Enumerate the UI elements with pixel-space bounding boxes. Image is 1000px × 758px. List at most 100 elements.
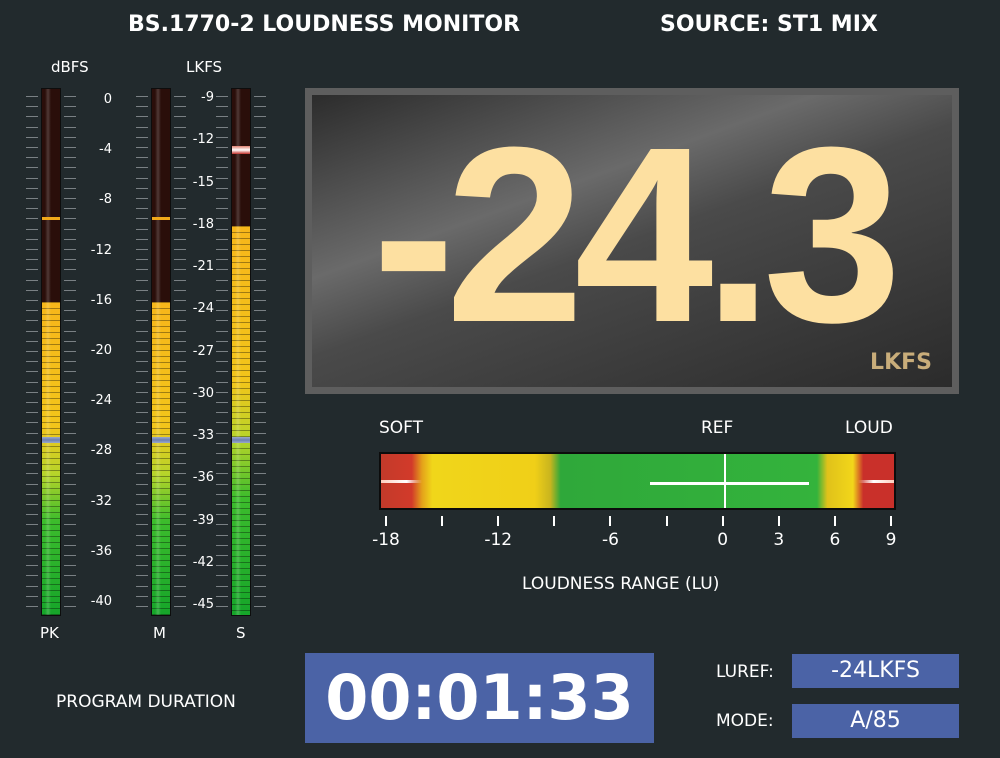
meter-tick-line [174,535,186,536]
meter-tick-line [64,463,76,464]
meter-tick-line [216,331,228,332]
lkfs-scale-label: -21 [192,259,214,274]
meter-tick-line [64,524,76,525]
meter-tick-line [174,341,186,342]
loudness-range-tick [441,516,444,526]
peak-meter-hold [42,216,60,220]
meter-tick-line [254,137,266,138]
meter-tick-line [174,575,186,576]
loudness-range-cursor [723,454,726,508]
meter-tick-line [254,300,266,301]
loudness-range-tick [890,516,892,526]
meter-tick-line [26,290,38,291]
meter-tick-line [64,290,76,291]
meter-tick-line [174,402,186,403]
meter-tick-line [174,239,186,240]
meter-tick-line [26,259,38,260]
momentary-meter [151,88,171,616]
meter-tick-line [254,422,266,423]
meter-tick-line [254,504,266,505]
meter-tick-line [136,106,148,107]
meter-tick-line [136,545,148,546]
meter-tick-line [136,433,148,434]
meter-tick-line [26,524,38,525]
meter-tick-line [174,545,186,546]
loudness-range-scale-label: -12 [484,530,513,550]
meter-tick-line [216,147,228,148]
meter-tick-line [216,361,228,362]
meter-tick-line [254,269,266,270]
meter-tick-line [26,473,38,474]
meter-tick-line [216,167,228,168]
meter-tick-line [254,259,266,260]
meter-tick-line [254,341,266,342]
meter-tick-line [254,96,266,97]
meter-tick-line [174,422,186,423]
meter-tick-line [26,178,38,179]
meter-tick-line [174,249,186,250]
dbfs-scale-label: -24 [90,393,112,409]
meter-tick-line [64,361,76,362]
meter-tick-line [174,280,186,281]
meter-tick-line [174,463,186,464]
meter-tick-line [174,412,186,413]
meter-tick-line [254,331,266,332]
meter-tick-line [136,606,148,607]
meter-tick-line [136,320,148,321]
dbfs-scale-label: -32 [90,493,112,509]
meter-tick-line [254,535,266,536]
meter-tick-line [26,535,38,536]
lkfs-scale-label: -42 [192,554,214,570]
meter-tick-line [136,351,148,352]
meter-tick-line [216,218,228,219]
meter-tick-line [136,239,148,240]
meter-tick-line [64,269,76,270]
meter-tick-line [136,586,148,587]
loudness-unit: LKFS [870,350,932,375]
meter-tick-line [216,453,228,454]
meter-tick-line [216,208,228,209]
meter-tick-line [216,310,228,311]
meter-tick-line [136,494,148,495]
meter-tick-line [254,320,266,321]
meter-tick-line [254,596,266,597]
meter-tick-line [174,453,186,454]
meter-tick-line [254,484,266,485]
meter-tick-line [216,504,228,505]
lkfs-scale-label: -30 [192,385,214,401]
meter-tick-line [216,535,228,536]
meter-tick-line [136,524,148,525]
pk-label: PK [40,624,59,642]
meter-tick-line [216,320,228,321]
dbfs-scale-label: -8 [99,192,112,208]
meter-tick-line [136,198,148,199]
meter-tick-line [254,218,266,219]
meter-tick-line [254,167,266,168]
lkfs-scale-label: -15 [192,174,214,190]
meter-tick-line [136,555,148,556]
short-term-meter-ref-marker [232,437,250,443]
meter-tick-line [174,382,186,383]
meter-tick-line [174,504,186,505]
meter-tick-line [254,382,266,383]
meter-tick-line [64,178,76,179]
meter-tick-line [136,596,148,597]
dbfs-scale-label: -16 [90,292,112,308]
meter-tick-line [136,484,148,485]
meter-tick-line [64,484,76,485]
meter-tick-line [254,565,266,566]
meter-tick-line [174,331,186,332]
meter-tick-line [216,606,228,607]
loudness-range-scale-label: 9 [885,530,897,550]
meter-tick-line [26,463,38,464]
meter-tick-line [254,392,266,393]
loudness-display: -24.3 LKFS [305,88,959,394]
meter-tick-line [26,575,38,576]
loudness-range-tick [777,516,780,526]
lkfs-scale-label: -45 [192,597,214,612]
loudness-range-span [649,482,809,485]
loudness-range-bar [379,452,896,510]
lkfs-scale-label: -33 [192,428,214,443]
meter-tick-line [216,433,228,434]
meter-tick-line [136,371,148,372]
